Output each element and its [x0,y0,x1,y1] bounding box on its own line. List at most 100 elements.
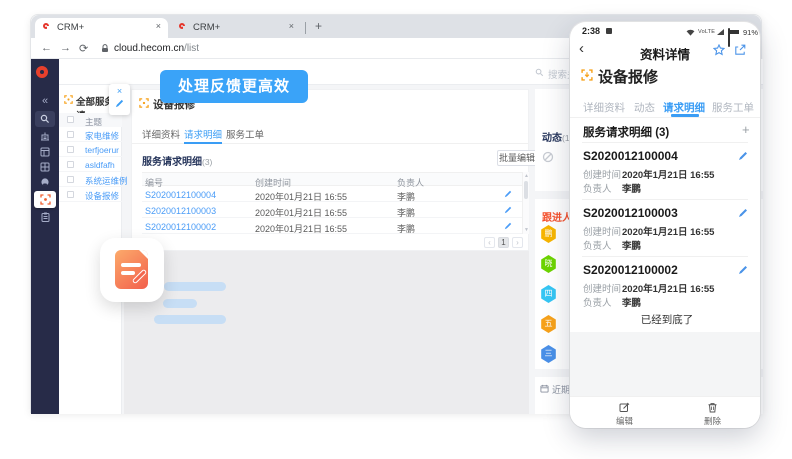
tab-title: CRM+ [57,22,84,33]
record-brackets-icon [581,69,593,81]
reload-icon[interactable]: ⟳ [79,42,88,55]
pagination-next[interactable]: › [512,237,523,248]
delete-button[interactable]: 删除 [704,415,721,427]
phone-tab-detail[interactable]: 详细资料 [583,100,625,115]
tab-request-detail[interactable]: 请求明细 [184,127,222,141]
edit-note-icon[interactable] [619,402,630,413]
list-item[interactable]: 系统运维例 [59,172,122,187]
bulk-edit-button[interactable]: 批量编辑 [497,150,537,166]
tab-close-icon[interactable]: × [156,21,161,31]
list-brackets-icon [64,95,73,104]
phone-tab-order[interactable]: 服务工单 [712,100,754,115]
row-checkbox[interactable] [67,131,74,138]
forward-icon[interactable]: → [60,42,71,54]
add-icon[interactable]: + [742,122,750,137]
row-edit-icon[interactable] [504,222,512,230]
battery-percent: 91% [743,28,758,37]
detail-tabs: 详细资料 请求明细 服务工单 [132,120,528,144]
scroll-thumb[interactable] [524,181,528,199]
tab-service-order[interactable]: 服务工单 [226,127,264,141]
avatar[interactable]: 四 [540,285,557,303]
recent-label: 近期 [552,383,570,396]
select-all-checkbox[interactable] [67,116,74,123]
tab-detail[interactable]: 详细资料 [142,127,180,141]
list-item[interactable]: 设备报修 [59,187,122,202]
browser-tab-inactive[interactable]: CRM+ × [171,18,301,38]
headset-icon[interactable] [40,177,50,187]
list-item[interactable]: asldfafh [59,157,122,172]
avatar[interactable]: 三 [540,345,557,363]
list-item-label[interactable]: terfjoerur [85,145,119,155]
row-edit-icon[interactable] [504,206,512,214]
tab-title: CRM+ [193,22,220,33]
list-item-label[interactable]: asldfafh [85,160,115,170]
detail-brackets-icon [139,98,149,108]
apps-grid-icon[interactable] [40,162,50,172]
phone-background-filler [570,332,760,396]
row-checkbox[interactable] [67,146,74,153]
url-text[interactable]: cloud.hecom.cn/list [114,43,199,54]
section-title: 服务请求明细(3) [142,153,212,168]
scroll-down-icon[interactable]: ▼ [523,227,530,233]
search-icon-wrap[interactable] [35,111,55,127]
list-item[interactable]: 家电维修 [59,127,122,142]
list-item[interactable]: terfjoerur [59,142,122,157]
list-item-label[interactable]: 家电维修 [85,130,119,142]
share-icon[interactable] [734,44,746,56]
owner-value: 李鹏 [622,238,641,252]
table-row[interactable]: S2020012100002 2020年01月21日 16:55 李鹏 [142,218,522,234]
star-icon[interactable] [713,44,725,56]
search-icon [535,68,544,77]
table-row[interactable]: S2020012100004 2020年01月21日 16:55 李鹏 [142,186,522,202]
collapse-icon[interactable]: « [31,95,59,107]
list-item-label[interactable]: 设备报修 [85,190,119,202]
avatar[interactable]: 五 [540,315,557,333]
org-icon[interactable] [40,131,50,141]
cell-id[interactable]: S2020012100004 [145,190,216,200]
detail-card: 设备报修 详细资料 请求明细 服务工单 服务请求明细(3) 批量编辑 编号 创建… [131,89,529,251]
record-title: 设备报修 [598,66,658,87]
phone-tab-activity[interactable]: 动态 [634,100,655,115]
request-card-id[interactable]: S2020012100002 [583,263,678,277]
pagination-prev[interactable]: ‹ [484,237,495,248]
list-item-label[interactable]: 系统运维例 [85,175,128,187]
request-card-id[interactable]: S2020012100003 [583,206,678,220]
card-edit-icon[interactable] [738,151,748,161]
tab-separator [305,22,306,34]
avatar[interactable]: 晓 [540,255,557,273]
row-checkbox[interactable] [67,191,74,198]
feature-badge: 处理反馈更高效 [160,70,308,103]
popup-edit-icon[interactable] [109,99,130,108]
row-checkbox[interactable] [67,176,74,183]
clipboard-icon[interactable] [41,212,50,222]
card-edit-icon[interactable] [738,265,748,275]
request-card-id[interactable]: S2020012100004 [583,149,678,163]
sidebar-item-service-selected[interactable] [34,191,56,208]
owner-value: 李鹏 [622,295,641,309]
new-tab-button[interactable]: + [315,19,322,33]
phone-tab-request[interactable]: 请求明细 [663,100,705,115]
pagination-page-1[interactable]: 1 [498,237,509,248]
owner-label: 负责人 [583,238,612,252]
list-column-header: 主题 [59,113,122,127]
row-edit-icon[interactable] [504,190,512,198]
back-icon[interactable]: ← [41,42,52,54]
card-edit-icon[interactable] [738,208,748,218]
scroll-up-icon[interactable]: ▲ [523,173,530,179]
table-scrollbar[interactable]: ▲ ▼ [522,172,529,234]
calendar-grid-icon[interactable] [40,147,50,157]
tab-close-icon[interactable]: × [289,21,294,31]
cell-created: 2020年01月21日 16:55 [255,222,347,235]
edit-button[interactable]: 编辑 [616,415,633,427]
avatar[interactable]: 鹏 [540,225,557,243]
popup-close-icon[interactable]: × [109,84,130,98]
browser-tab-active[interactable]: CRM+ × [35,18,168,38]
table-row[interactable]: S2020012100003 2020年01月21日 16:55 李鹏 [142,202,522,218]
cell-id[interactable]: S2020012100002 [145,222,216,232]
row-checkbox[interactable] [67,161,74,168]
trash-icon[interactable] [707,402,718,413]
end-of-list-text: 已经到底了 [572,312,760,327]
skeleton-bar [164,282,226,291]
cell-id[interactable]: S2020012100003 [145,206,216,216]
mini-action-popup: × [109,84,130,115]
